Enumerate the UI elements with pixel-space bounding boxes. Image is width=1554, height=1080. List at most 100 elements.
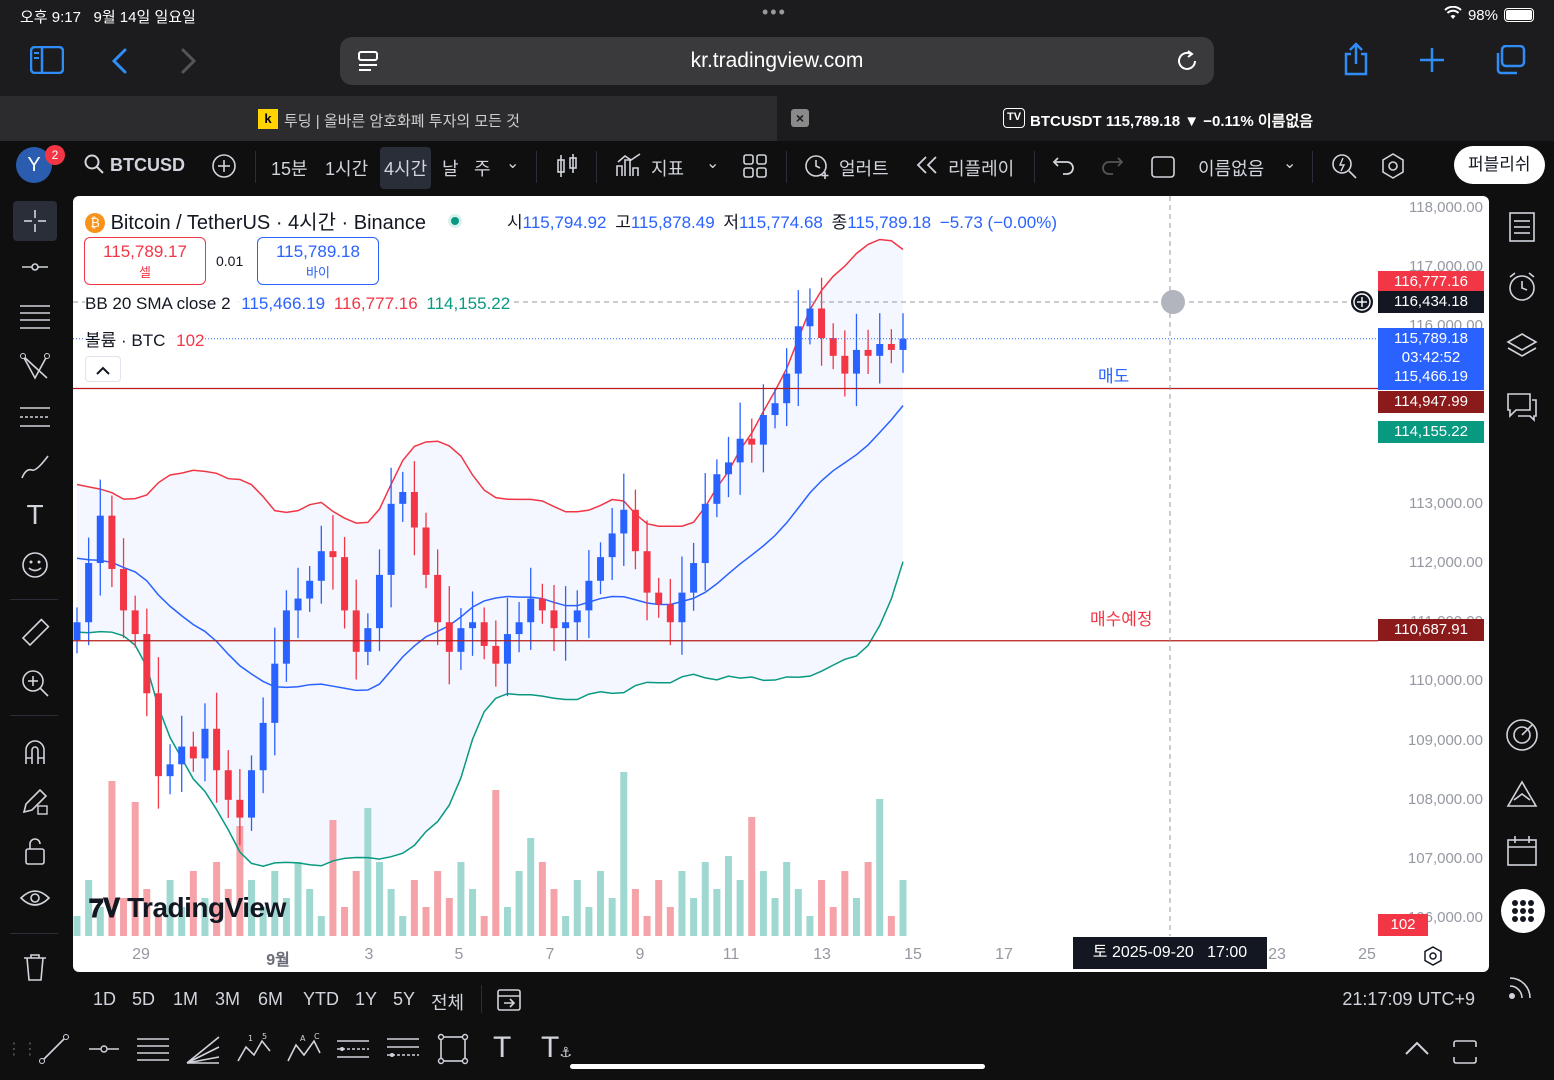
multitask-dots-icon[interactable]: ••• bbox=[762, 2, 787, 23]
magnet-icon[interactable] bbox=[17, 733, 53, 769]
share-icon[interactable] bbox=[1342, 42, 1370, 81]
quick-search-icon[interactable] bbox=[1330, 152, 1358, 185]
drag-handle-icon[interactable]: ⋮⋮ bbox=[6, 1039, 38, 1059]
anchored-text-tool-icon[interactable]: T⚓ bbox=[541, 1031, 572, 1065]
eye-icon[interactable] bbox=[17, 881, 53, 917]
layout-name[interactable]: 이름없음 bbox=[1198, 155, 1264, 181]
range-6m[interactable]: 6M bbox=[258, 989, 283, 1010]
brush-icon[interactable] bbox=[17, 449, 53, 485]
candle-body bbox=[189, 746, 197, 759]
tab-tooding[interactable]: k 투딩 | 올바른 암호화폐 투자의 모든 것 bbox=[0, 96, 777, 141]
range-5y[interactable]: 5Y bbox=[393, 989, 415, 1010]
interval-week[interactable]: 주 bbox=[474, 155, 491, 181]
interval-4h[interactable]: 4시간 bbox=[380, 147, 432, 189]
fib-lines-icon[interactable] bbox=[17, 299, 53, 335]
undo-icon[interactable] bbox=[1052, 154, 1076, 181]
forward-icon[interactable] bbox=[178, 46, 198, 81]
redo-icon[interactable] bbox=[1100, 154, 1124, 181]
fullscreen-icon[interactable] bbox=[1452, 1039, 1478, 1071]
settings-gear-icon[interactable] bbox=[1379, 152, 1407, 185]
draw-lock-pen-icon[interactable] bbox=[17, 783, 53, 819]
home-indicator[interactable] bbox=[570, 1064, 985, 1069]
chat-icon[interactable] bbox=[1504, 389, 1540, 425]
horizontal-ray-tool-icon[interactable] bbox=[88, 1033, 120, 1071]
short-position-tool-icon[interactable] bbox=[386, 1033, 420, 1071]
chevron-up-icon[interactable] bbox=[1404, 1037, 1430, 1063]
sell-button[interactable]: 115,789.17 셀 bbox=[84, 237, 206, 285]
crosshair-icon[interactable] bbox=[13, 201, 57, 241]
indicators-button[interactable]: 지표 bbox=[651, 155, 684, 181]
ideas-icon[interactable] bbox=[1504, 777, 1540, 813]
range-1y[interactable]: 1Y bbox=[355, 989, 377, 1010]
zoom-in-icon[interactable] bbox=[17, 665, 53, 701]
replay-button[interactable]: 리플레이 bbox=[948, 155, 1014, 181]
tab-tradingview[interactable]: × TV BTCUSDT 115,789.18 ▼ −0.11% 이름없음 bbox=[777, 96, 1554, 141]
parallel-channel-tool-icon[interactable] bbox=[136, 1033, 170, 1071]
tabs-overview-icon[interactable] bbox=[1494, 44, 1526, 80]
sidebar-icon[interactable] bbox=[29, 45, 65, 81]
replay-icon[interactable] bbox=[915, 154, 939, 181]
goto-date-icon[interactable] bbox=[495, 985, 523, 1018]
compare-add-icon[interactable] bbox=[211, 153, 237, 184]
chart-pane[interactable]: ₿ Bitcoin / TetherUS · 4시간 · Binance 시11… bbox=[73, 196, 1489, 972]
apps-grid-icon[interactable] bbox=[1501, 889, 1545, 933]
watchlist-icon[interactable] bbox=[1504, 209, 1540, 245]
volume-bar bbox=[317, 916, 325, 936]
layers-icon[interactable] bbox=[1504, 329, 1540, 365]
layout-grid-icon[interactable] bbox=[742, 153, 768, 184]
range-ytd[interactable]: YTD bbox=[303, 989, 339, 1010]
add-alert-plus-icon[interactable] bbox=[1351, 291, 1373, 313]
collapse-legend-button[interactable] bbox=[85, 356, 121, 382]
target-icon[interactable] bbox=[1504, 717, 1540, 753]
ruler-icon[interactable] bbox=[17, 615, 53, 651]
volume-legend[interactable]: 볼륨 · BTC 102 bbox=[85, 326, 205, 351]
emoji-icon[interactable] bbox=[17, 547, 53, 583]
broadcast-icon[interactable] bbox=[1504, 969, 1540, 1005]
trendline-icon[interactable] bbox=[17, 249, 53, 285]
chevron-down-icon[interactable]: ⌄ bbox=[1283, 153, 1296, 173]
lock-icon[interactable] bbox=[17, 833, 53, 869]
interval-day[interactable]: 날 bbox=[442, 155, 459, 181]
elliott-wave-tool-icon[interactable]: 15 bbox=[236, 1032, 272, 1071]
alert-button[interactable]: 얼러트 bbox=[839, 155, 889, 181]
address-bar[interactable]: kr.tradingview.com bbox=[340, 37, 1214, 85]
interval-1h[interactable]: 1시간 bbox=[325, 155, 368, 181]
range-5d[interactable]: 5D bbox=[132, 989, 155, 1010]
chevron-down-icon[interactable]: ⌄ bbox=[506, 153, 519, 173]
timezone-clock[interactable]: 21:17:09 UTC+9 bbox=[1342, 989, 1475, 1010]
range-1m[interactable]: 1M bbox=[173, 989, 198, 1010]
publish-button[interactable]: 퍼블리쉬 bbox=[1454, 146, 1545, 184]
text-tool-icon[interactable]: T bbox=[17, 497, 53, 533]
bb-indicator-legend[interactable]: BB 20 SMA close 2 115,466.19 116,777.16 … bbox=[85, 294, 511, 314]
range-1d[interactable]: 1D bbox=[93, 989, 116, 1010]
symbol-legend[interactable]: ₿ Bitcoin / TetherUS · 4시간 · Binance bbox=[85, 206, 462, 235]
candle-body bbox=[352, 610, 360, 652]
rectangle-tool-icon[interactable] bbox=[437, 1033, 469, 1071]
close-tab-icon[interactable]: × bbox=[791, 109, 809, 127]
new-tab-icon[interactable] bbox=[1418, 46, 1446, 79]
interval-15m[interactable]: 15분 bbox=[271, 155, 308, 181]
alerts-clock-icon[interactable] bbox=[1504, 269, 1540, 305]
trash-icon[interactable] bbox=[17, 949, 53, 985]
pattern-icon[interactable] bbox=[17, 349, 53, 385]
buy-button[interactable]: 115,789.18 바이 bbox=[257, 237, 379, 285]
calendar-icon[interactable] bbox=[1504, 833, 1540, 869]
search-icon[interactable] bbox=[83, 153, 105, 180]
range-3m[interactable]: 3M bbox=[215, 989, 240, 1010]
candles-icon[interactable] bbox=[555, 153, 579, 184]
fib-fan-tool-icon[interactable] bbox=[186, 1033, 220, 1071]
text-tool-icon[interactable]: T bbox=[493, 1031, 511, 1065]
reload-icon[interactable] bbox=[1174, 48, 1200, 79]
back-icon[interactable] bbox=[110, 46, 130, 81]
layout-save-icon[interactable] bbox=[1150, 155, 1176, 184]
chevron-down-icon[interactable]: ⌄ bbox=[706, 153, 719, 173]
alert-clock-icon[interactable] bbox=[803, 152, 831, 185]
range-전체[interactable]: 전체 bbox=[431, 989, 464, 1015]
indicators-icon[interactable] bbox=[615, 152, 643, 183]
forecast-icon[interactable] bbox=[17, 399, 53, 435]
trend-line-tool-icon[interactable] bbox=[38, 1033, 70, 1071]
abcd-pattern-tool-icon[interactable]: AC bbox=[286, 1032, 322, 1071]
long-position-tool-icon[interactable] bbox=[336, 1033, 370, 1071]
symbol-search[interactable]: BTCUSD bbox=[110, 155, 185, 176]
axis-settings-icon[interactable] bbox=[1423, 946, 1443, 971]
